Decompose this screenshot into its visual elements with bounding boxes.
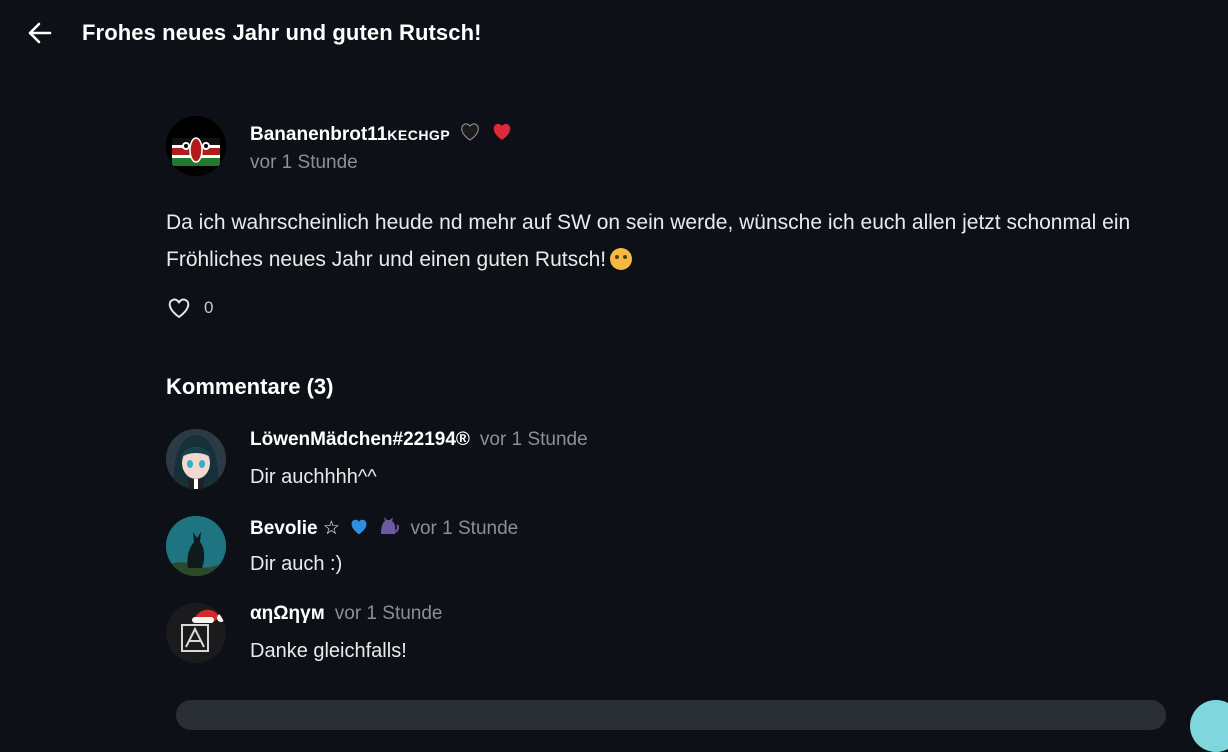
comment-input[interactable] [176, 700, 1166, 730]
post-timestamp: vor 1 Stunde [250, 152, 358, 173]
heart-outline-icon [168, 298, 190, 318]
comment-text: Dir auch :) [250, 553, 343, 575]
commenter-username: αηΩηγм [250, 603, 325, 624]
page-title: Frohes neues Jahr und guten Rutsch! [82, 20, 482, 45]
comment-timestamp: vor 1 Stunde [334, 603, 443, 624]
commenter-avatar[interactable] [166, 429, 226, 489]
commenter-username: LöwenMädchen#22194® [250, 429, 470, 450]
commenter-name[interactable]: Bevolie ☆ vor 1 Stunde [250, 516, 518, 540]
author-name[interactable]: Bananenbrot11KECHGP [250, 122, 513, 146]
post-body: Da ich wahrscheinlich heude nd mehr auf … [166, 204, 1228, 278]
back-button[interactable] [24, 17, 56, 49]
wolf-avatar-icon [166, 516, 226, 576]
commenter-name[interactable]: LöwenMädchen#22194® vor 1 Stunde [250, 429, 588, 451]
party-face-icon [610, 248, 633, 270]
commenter-avatar[interactable] [166, 516, 226, 576]
arrow-left-icon [28, 22, 52, 44]
comment-item: αηΩηγм vor 1 Stunde Danke gleichfalls! [166, 603, 1166, 667]
comment-text: Dir auchhhh^^ [250, 466, 377, 488]
author-tag: KECHGP [387, 127, 451, 143]
comments-heading: Kommentare (3) [166, 374, 334, 399]
top-bar: Frohes neues Jahr und guten Rutsch! [0, 0, 1228, 68]
kenya-flag-avatar-icon [166, 116, 226, 176]
commenter-username: Bevolie ☆ [250, 518, 340, 539]
like-count: 0 [204, 298, 214, 317]
author-avatar[interactable] [166, 116, 226, 176]
post-text: Da ich wahrscheinlich heude nd mehr auf … [166, 211, 1131, 271]
comment-timestamp: vor 1 Stunde [410, 518, 519, 539]
comment-timestamp: vor 1 Stunde [479, 429, 588, 450]
comment-item: LöwenMädchen#22194® vor 1 Stunde Dir auch… [166, 429, 1166, 493]
comment-text: Danke gleichfalls! [250, 640, 407, 662]
cat-icon [381, 517, 400, 534]
blue-heart-icon [351, 519, 367, 535]
anime-girl-avatar-icon [166, 429, 226, 489]
black-heart-icon [461, 123, 480, 141]
like-button[interactable] [166, 296, 192, 320]
red-heart-icon [493, 123, 511, 140]
santa-hat-logo-avatar-icon [166, 603, 226, 663]
comment-item: Bevolie ☆ vor 1 Stunde Dir auch :) [166, 516, 1166, 580]
commenter-avatar[interactable] [166, 603, 226, 663]
author-username: Bananenbrot11 [250, 124, 388, 145]
commenter-name[interactable]: αηΩηγм vor 1 Stunde [250, 603, 443, 625]
